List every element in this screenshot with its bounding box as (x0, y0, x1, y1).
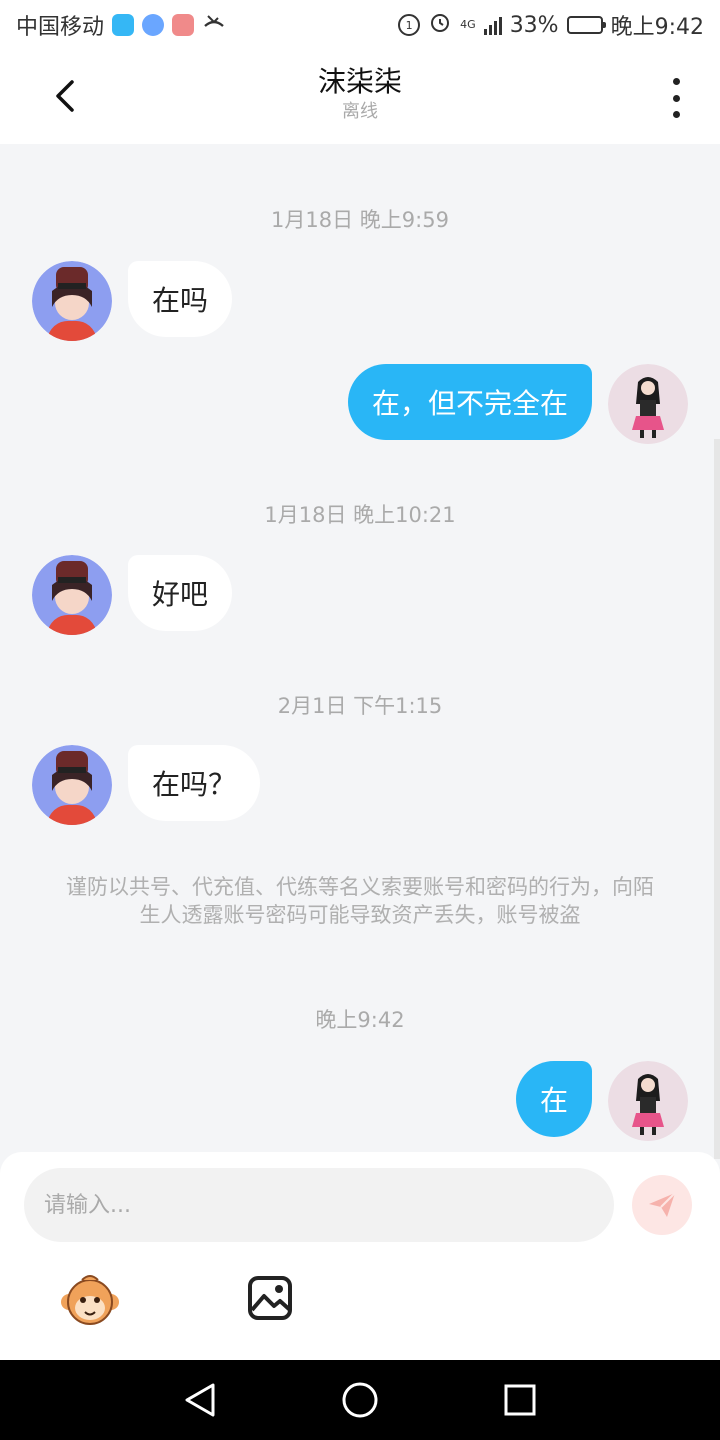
clock: 晚上9:42 (610, 15, 704, 40)
circle-home-icon (342, 1382, 378, 1418)
emoji-button[interactable] (60, 1272, 120, 1328)
security-notice: 谨防以共号、代充值、代练等名义索要账号和密码的行为，向陌生人透露账号密码可能导致… (66, 875, 654, 927)
status-bar-right: 1 4G 33% 晚上9:42 (398, 9, 704, 41)
outgoing-message[interactable]: 在，但不完全在 (347, 364, 592, 440)
send-button[interactable] (632, 1175, 692, 1235)
incoming-message[interactable]: 在吗？ (128, 745, 261, 821)
alarm-icon (428, 10, 452, 40)
browser-app-icon (142, 14, 165, 36)
outgoing-message[interactable]: 在 (515, 1061, 592, 1137)
my-avatar[interactable] (608, 364, 688, 444)
nav-back-button[interactable] (180, 1380, 220, 1420)
chat-header: 沫柒柒 离线 (0, 50, 720, 144)
mail-app-icon (172, 14, 195, 36)
more-dot (672, 94, 680, 102)
contact-avatar[interactable] (32, 745, 112, 825)
my-avatar[interactable] (608, 1061, 688, 1141)
more-dot (672, 78, 680, 85)
square-recent-icon (504, 1384, 536, 1416)
incoming-message[interactable]: 在吗 (128, 261, 233, 337)
contact-avatar[interactable] (32, 555, 112, 635)
battery-percent: 33% (509, 12, 559, 38)
more-dot (672, 111, 680, 118)
timestamp: 晚上9:42 (315, 1008, 405, 1032)
contact-name: 沫柒柒 (317, 65, 402, 98)
monkey-emoji-icon (61, 1275, 119, 1325)
timestamp: 1月18日 晚上9:59 (271, 208, 449, 232)
signal-icon (483, 15, 502, 35)
incoming-message[interactable]: 好吧 (128, 555, 233, 631)
timestamp: 2月1日 下午1:15 (277, 694, 443, 718)
nav-recent-button[interactable] (500, 1380, 540, 1420)
system-nav-bar (0, 1360, 720, 1440)
more-options-button[interactable] (662, 78, 690, 118)
contact-title-block: 沫柒柒 离线 (0, 64, 720, 124)
status-bar-left: 中国移动 (16, 9, 226, 41)
paper-plane-icon (649, 1192, 676, 1217)
scrollbar[interactable] (714, 439, 720, 1159)
timestamp: 1月18日 晚上10:21 (264, 503, 456, 527)
image-button[interactable] (246, 1274, 294, 1322)
message-input[interactable] (24, 1168, 614, 1242)
triangle-back-icon (185, 1383, 215, 1417)
carrier-label: 中国移动 (16, 15, 105, 40)
hd-call-icon: 1 (398, 14, 421, 36)
composer-panel (0, 1152, 720, 1360)
image-icon (248, 1276, 292, 1320)
shield-app-icon (112, 14, 135, 36)
network-type-label: 4G (460, 18, 476, 31)
message-list[interactable]: 1月18日 晚上9:59 在吗 在，但不完全在 1月18日 晚上10:21 好吧… (0, 144, 720, 1159)
battery-icon (566, 16, 606, 34)
status-bar: 中国移动 1 4G 33% 晚上9:42 (0, 0, 720, 50)
missed-call-icon (202, 12, 226, 39)
nav-home-button[interactable] (340, 1380, 380, 1420)
contact-status: 离线 (342, 101, 378, 122)
contact-avatar[interactable] (32, 261, 112, 341)
